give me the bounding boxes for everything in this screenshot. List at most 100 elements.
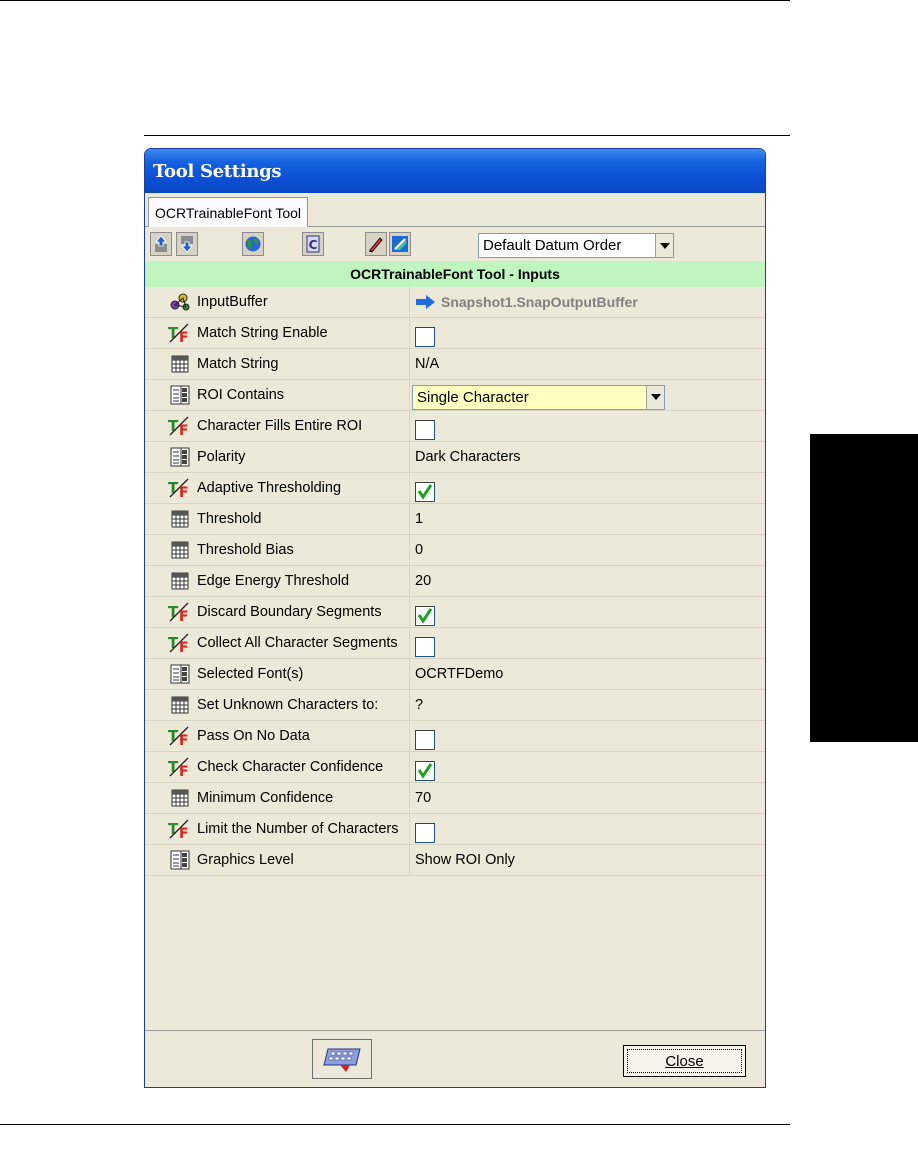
property-row[interactable]: T F Pass On No Data	[145, 721, 765, 752]
edit-button[interactable]	[365, 232, 387, 256]
property-label: Adaptive Thresholding	[197, 480, 342, 496]
keypad-icon	[167, 354, 193, 374]
property-row[interactable]: Edge Energy Threshold 20	[145, 566, 765, 597]
property-row[interactable]: Match String N/A	[145, 349, 765, 380]
checkbox[interactable]	[415, 606, 435, 626]
property-name-cell: Edge Energy Threshold	[145, 566, 410, 596]
property-name-cell: ROI Contains	[145, 380, 410, 410]
property-row[interactable]: T F Check Character Confidence	[145, 752, 765, 783]
svg-text:F: F	[179, 423, 189, 436]
property-value-cell[interactable]: 0	[410, 535, 765, 565]
input-buffer-value: Snapshot1.SnapOutputBuffer	[441, 294, 638, 310]
image-link-icon	[392, 236, 408, 252]
property-row[interactable]: T F Character Fills Entire ROI	[145, 411, 765, 442]
true-false-icon: TF	[167, 602, 193, 622]
property-row[interactable]: Polarity Dark Characters	[145, 442, 765, 473]
buffer-link-icon	[167, 292, 193, 312]
tab-ocrtrainablefont-tool[interactable]: OCRTrainableFont Tool	[148, 197, 309, 227]
chapter-thumb-tab	[810, 434, 918, 742]
svg-text:F: F	[179, 609, 189, 622]
checkbox[interactable]	[415, 327, 435, 347]
property-value-cell[interactable]: 1	[410, 504, 765, 534]
list-select-icon	[167, 850, 193, 870]
property-row[interactable]: T F Match String Enable	[145, 318, 765, 349]
move-up-button[interactable]	[150, 232, 172, 256]
property-value-cell[interactable]: OCRTFDemo	[410, 659, 765, 689]
property-row[interactable]: T F Collect All Character Segments	[145, 628, 765, 659]
chevron-down-icon	[650, 394, 661, 400]
property-value-cell[interactable]: Snapshot1.SnapOutputBuffer	[410, 287, 765, 317]
globe-button[interactable]	[242, 232, 264, 256]
property-value-cell[interactable]: ?	[410, 690, 765, 720]
true-false-icon: TF	[167, 726, 193, 746]
property-value: ?	[415, 697, 424, 713]
property-name-cell: Match String	[145, 349, 410, 379]
property-label: Match String	[197, 356, 279, 372]
property-row[interactable]: Selected Font(s) OCRTFDemo	[145, 659, 765, 690]
property-name-cell: Threshold Bias	[145, 535, 410, 565]
property-value-cell[interactable]	[410, 814, 765, 844]
checkbox[interactable]	[415, 420, 435, 440]
checkbox[interactable]	[415, 761, 435, 781]
property-row[interactable]: T F Adaptive Thresholding	[145, 473, 765, 504]
property-value-cell[interactable]: 20	[410, 566, 765, 596]
property-value-cell[interactable]: Show ROI Only	[410, 845, 765, 875]
property-name-cell: Selected Font(s)	[145, 659, 410, 689]
roi-contains-dropdown-button[interactable]	[646, 385, 664, 409]
property-label: Limit the Number of Characters	[197, 821, 399, 837]
property-label: Minimum Confidence	[197, 790, 334, 806]
page-top-rule	[0, 0, 790, 1]
close-label: Close	[665, 1052, 704, 1070]
property-row[interactable]: T F Limit the Number of Characters	[145, 814, 765, 845]
window-title: Tool Settings	[153, 160, 282, 182]
property-label: Collect All Character Segments	[197, 635, 398, 651]
svg-text:F: F	[179, 764, 189, 777]
property-row[interactable]: Graphics Level Show ROI Only	[145, 845, 765, 876]
property-row[interactable]: Set Unknown Characters to:?	[145, 690, 765, 721]
checkbox[interactable]	[415, 637, 435, 657]
property-value-cell[interactable]	[410, 473, 765, 503]
property-value-cell[interactable]	[410, 628, 765, 658]
datum-order-dropdown-button[interactable]	[655, 234, 673, 257]
property-row[interactable]: InputBuffer Snapshot1.SnapOutputBuffer	[145, 287, 765, 318]
property-name-cell: Polarity	[145, 442, 410, 472]
property-value-cell[interactable]: Single Character	[410, 380, 765, 410]
keyboard-icon	[323, 1048, 361, 1072]
property-value-cell[interactable]: N/A	[410, 349, 765, 379]
property-row[interactable]: Minimum Confidence 70	[145, 783, 765, 814]
datum-order-select[interactable]: Default Datum Order	[478, 233, 674, 258]
property-label: Discard Boundary Segments	[197, 604, 382, 620]
chevron-down-icon	[659, 242, 670, 249]
true-false-icon: TF	[167, 478, 193, 498]
title-bar[interactable]: Tool Settings	[145, 149, 765, 193]
true-false-icon: TF	[167, 416, 193, 436]
property-value-cell[interactable]	[410, 318, 765, 348]
property-row[interactable]: ROI Contains Single Character	[145, 380, 765, 411]
move-down-button[interactable]	[176, 232, 198, 256]
roi-contains-select[interactable]: Single Character	[412, 384, 665, 410]
svg-text:F: F	[179, 485, 189, 498]
edit-pencil-icon	[369, 237, 383, 253]
property-value-cell[interactable]: 70	[410, 783, 765, 813]
property-value-cell[interactable]	[410, 597, 765, 627]
property-value: 0	[415, 542, 424, 558]
checkbox[interactable]	[415, 823, 435, 843]
check-mark-icon	[417, 484, 433, 500]
close-button[interactable]: Close	[623, 1045, 746, 1077]
property-label: Character Fills Entire ROI	[197, 418, 363, 434]
property-row[interactable]: Threshold Bias 0	[145, 535, 765, 566]
property-name-cell: T F Character Fills Entire ROI	[145, 411, 410, 441]
calculator-button[interactable]: C	[302, 232, 324, 256]
property-value-cell[interactable]	[410, 411, 765, 441]
keyboard-button[interactable]	[312, 1039, 372, 1079]
property-value-cell[interactable]: Dark Characters	[410, 442, 765, 472]
checkbox[interactable]	[415, 482, 435, 502]
true-false-icon: TF	[167, 633, 193, 653]
property-value-cell[interactable]	[410, 721, 765, 751]
property-row[interactable]: Threshold 1	[145, 504, 765, 535]
property-row[interactable]: T F Discard Boundary Segments	[145, 597, 765, 628]
link-arrow-icon	[415, 294, 441, 310]
checkbox[interactable]	[415, 730, 435, 750]
image-link-button[interactable]	[389, 232, 411, 256]
property-value-cell[interactable]	[410, 752, 765, 782]
